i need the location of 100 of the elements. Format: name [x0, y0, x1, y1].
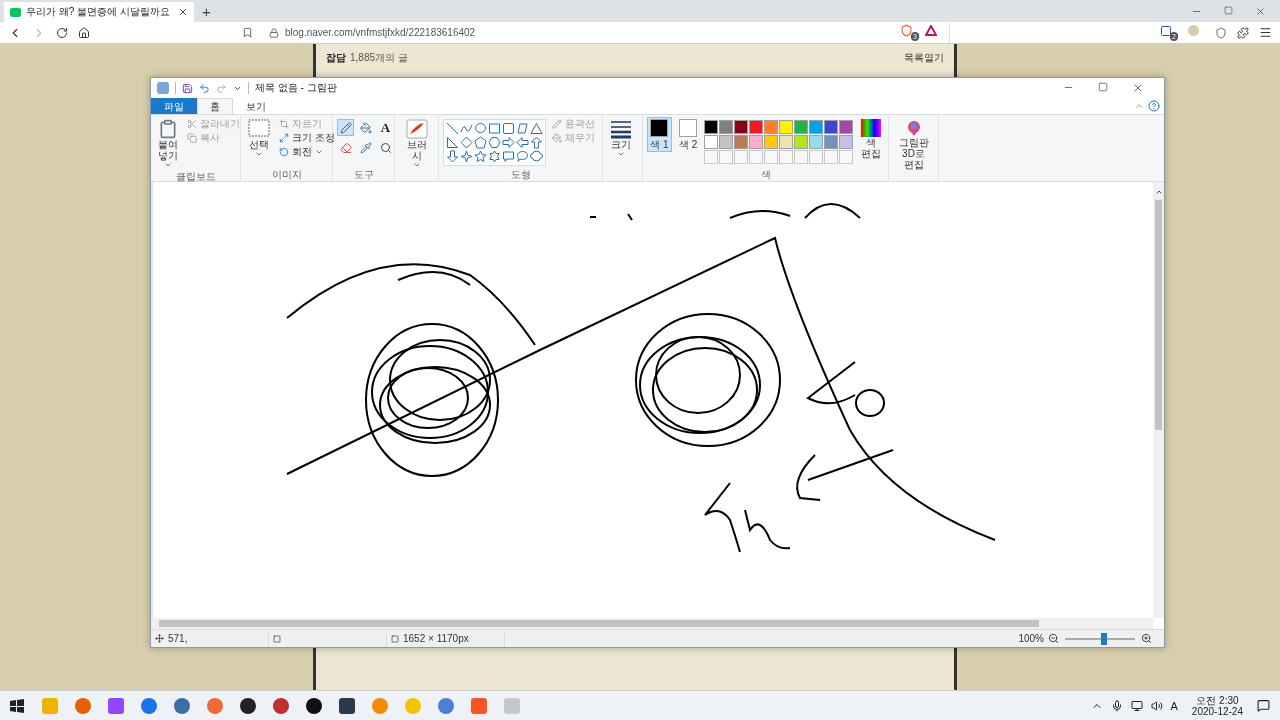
group-label: 도구 [352, 169, 375, 181]
shape-tool[interactable] [530, 122, 543, 135]
palette-swatch[interactable] [719, 120, 734, 134]
shape-tool[interactable] [516, 150, 529, 163]
select-button[interactable]: 선택 [245, 117, 273, 160]
palette-swatch[interactable] [764, 135, 779, 149]
shape-tool[interactable] [502, 150, 515, 163]
shape-tool[interactable] [530, 150, 543, 163]
palette-swatch[interactable] [704, 135, 719, 149]
shape-tool[interactable] [488, 122, 501, 135]
clipboard-icon [158, 119, 178, 139]
maximize-icon[interactable] [1224, 5, 1233, 15]
shape-tool[interactable] [446, 150, 459, 163]
palette-swatch[interactable] [749, 135, 764, 149]
volume-icon[interactable] [1150, 699, 1163, 712]
shape-tool[interactable] [446, 122, 459, 135]
color-swatch [650, 119, 669, 137]
palette-swatch[interactable] [839, 120, 854, 134]
shape-icon [516, 136, 529, 149]
brushes-button[interactable]: 브러시 [399, 117, 434, 171]
zoom-in-icon[interactable] [1141, 633, 1152, 644]
zoom-out-icon[interactable] [1048, 633, 1059, 644]
shape-tool[interactable] [460, 150, 473, 163]
color-spectrum-icon [860, 119, 881, 137]
close-icon[interactable] [178, 7, 188, 17]
palette-swatch[interactable] [824, 135, 839, 149]
group-label: 클립보드 [174, 171, 217, 183]
shape-tool[interactable] [516, 136, 529, 149]
scroll-up-icon[interactable] [1154, 188, 1163, 196]
horizontal-scrollbar[interactable] [151, 618, 1153, 629]
paste-button[interactable]: 붙여넣기 [155, 117, 181, 171]
menu-icon[interactable] [1259, 26, 1272, 39]
input-method-indicator[interactable]: A [1170, 699, 1178, 712]
selection-icon [273, 634, 281, 643]
shape-tool[interactable] [446, 136, 459, 149]
shape-icon [446, 122, 459, 135]
save-icon[interactable] [182, 82, 193, 94]
zoom-slider-thumb[interactable] [1100, 632, 1107, 645]
palette-swatch[interactable] [704, 120, 719, 134]
size-button[interactable]: 크기 [607, 117, 635, 160]
color-slot-button[interactable]: 색 1 [647, 117, 672, 152]
list-toggle-link[interactable]: 목록열기 [904, 51, 944, 65]
shape-icon [460, 136, 473, 149]
shape-tool[interactable] [474, 150, 487, 163]
pencil-tool[interactable] [337, 119, 354, 136]
text-tool[interactable]: A [377, 119, 394, 136]
notification-icon[interactable] [1257, 699, 1270, 712]
shape-tool[interactable] [502, 122, 515, 135]
palette-swatch[interactable] [839, 135, 854, 149]
fill-tool[interactable] [357, 119, 374, 136]
palette-swatch[interactable] [719, 135, 734, 149]
ribbon-tab[interactable]: 파일 [151, 98, 197, 114]
palette-swatch[interactable] [809, 135, 824, 149]
ribbon-tab[interactable]: 홈 [197, 98, 233, 114]
collapse-ribbon-icon[interactable] [1134, 101, 1144, 111]
microphone-icon[interactable] [1110, 699, 1123, 712]
caret-icon [412, 161, 421, 169]
line-widths-icon [610, 119, 632, 139]
zoom-level: 100% [1018, 633, 1044, 644]
network-icon[interactable] [1130, 699, 1143, 712]
shape-tool[interactable] [474, 136, 487, 149]
shield-icon[interactable] [1215, 26, 1227, 39]
shape-tool[interactable] [530, 136, 543, 149]
bookmark-icon[interactable] [242, 27, 253, 38]
image-size-text: 1652 × 1170px [403, 633, 469, 644]
shape-tool[interactable] [516, 122, 529, 135]
edit-colors-button[interactable]: 색 편집 [857, 117, 884, 161]
maximize-icon[interactable] [1098, 82, 1108, 92]
shape-icon [474, 122, 487, 135]
vertical-scrollbar[interactable] [1153, 182, 1164, 618]
palette-swatch[interactable] [734, 135, 749, 149]
extensions-icon[interactable] [1237, 26, 1249, 39]
home-icon[interactable] [78, 26, 90, 39]
new-tab-button[interactable]: + [194, 2, 219, 20]
palette-swatch[interactable] [824, 120, 839, 134]
shape-tool[interactable] [460, 122, 473, 135]
browser-tab[interactable]: 우리가 왜? 불면증에 시달릴까요 [4, 2, 194, 22]
shape-tool[interactable] [474, 122, 487, 135]
eraser-icon [339, 141, 352, 154]
shape-tool[interactable] [488, 150, 501, 163]
clock[interactable]: 오전 2:30 2020-12-24 [1185, 694, 1249, 717]
palette-swatch[interactable] [779, 135, 794, 149]
reload-icon[interactable] [56, 26, 68, 39]
close-icon[interactable] [1132, 82, 1144, 94]
help-icon[interactable] [1148, 100, 1160, 112]
resize-button[interactable]: 크기 조정 [277, 131, 337, 144]
undo-icon[interactable] [199, 82, 210, 94]
palette-swatch[interactable] [794, 135, 809, 149]
shape-tool[interactable] [488, 136, 501, 149]
palette-swatch[interactable] [794, 120, 809, 134]
palette-swatch[interactable] [764, 120, 779, 134]
shape-tool[interactable] [502, 136, 515, 149]
palette-swatch[interactable] [779, 120, 794, 134]
rotate-button[interactable]: 회전 [277, 145, 337, 158]
shape-icon [516, 150, 529, 163]
color-slot-button[interactable]: 색 2 [675, 117, 701, 152]
palette-swatch[interactable] [734, 120, 749, 134]
palette-swatch[interactable] [809, 120, 824, 134]
paint-3d-button[interactable]: 그림판 3D로 편집 [893, 117, 934, 172]
palette-swatch[interactable] [749, 120, 764, 134]
